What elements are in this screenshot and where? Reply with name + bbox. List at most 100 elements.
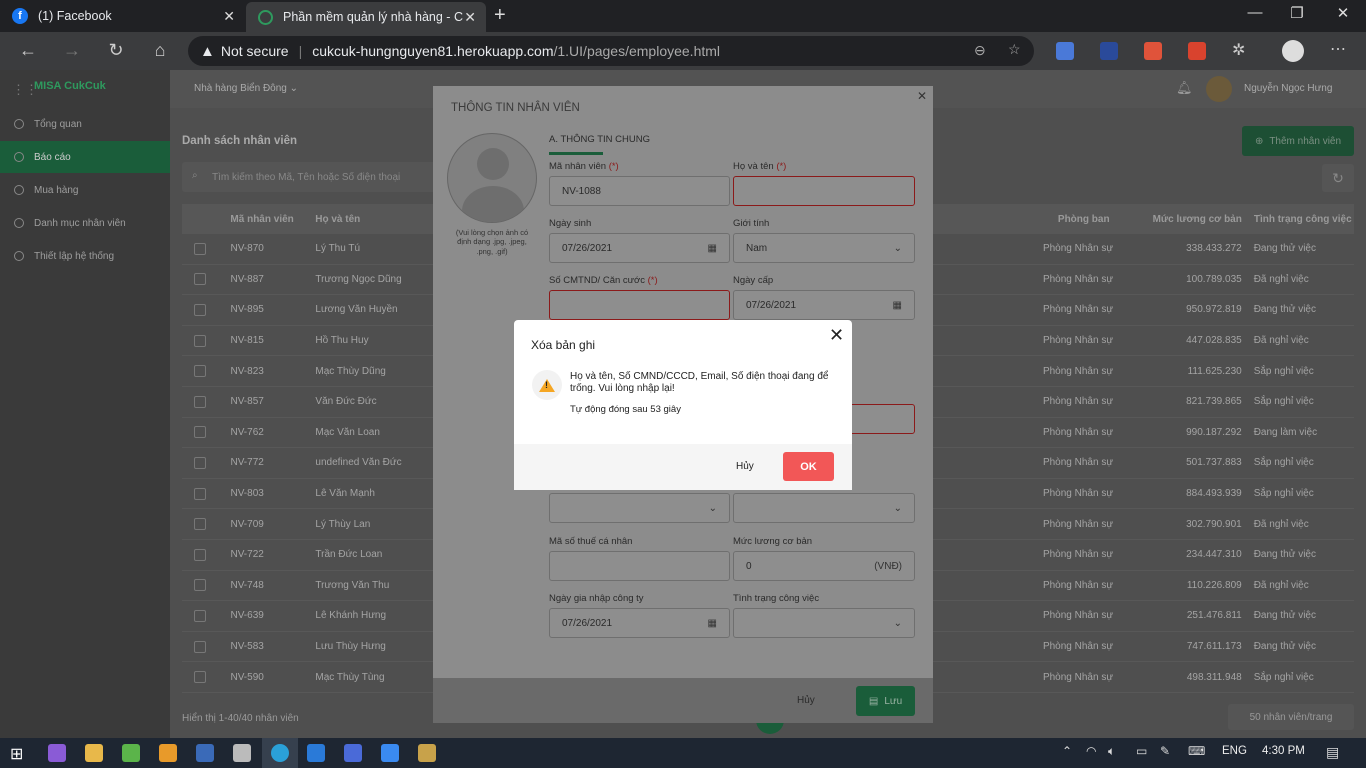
row-checkbox[interactable] bbox=[194, 242, 207, 255]
app-icon[interactable] bbox=[122, 744, 140, 762]
address-bar[interactable]: ▲ Not secure | cukcuk-hungnguyen81.herok… bbox=[188, 36, 1034, 66]
id-number-field[interactable] bbox=[549, 290, 730, 320]
refresh-button[interactable]: ↻ bbox=[1322, 164, 1354, 192]
new-tab-icon[interactable]: + bbox=[494, 4, 506, 27]
favorite-icon[interactable]: ☆ bbox=[1008, 41, 1021, 58]
tab-facebook[interactable]: f (1) Facebook ✕ bbox=[0, 0, 245, 32]
close-icon[interactable]: ✕ bbox=[223, 8, 235, 25]
network-icon[interactable]: ◠ bbox=[1086, 744, 1096, 758]
department-select[interactable]: ⌄ bbox=[733, 493, 915, 523]
calendar-icon[interactable]: ▦ bbox=[708, 618, 717, 629]
gender-select[interactable]: Nam ⌄ bbox=[733, 233, 915, 263]
form-cancel-button[interactable]: Hủy bbox=[797, 695, 815, 706]
restaurant-select[interactable]: Nhà hàng Biển Đông ⌄ bbox=[194, 83, 298, 94]
employee-code-field[interactable]: NV-1088 bbox=[549, 176, 730, 206]
sidebar-item-report[interactable]: Báo cáo bbox=[0, 141, 170, 173]
form-save-button[interactable]: ▤ Lưu bbox=[856, 686, 915, 716]
minimize-icon[interactable]: — bbox=[1240, 4, 1270, 21]
home-icon[interactable]: ⌂ bbox=[148, 40, 172, 61]
edge-browser-icon[interactable] bbox=[271, 744, 289, 762]
col-status[interactable]: Tình trạng công việc bbox=[1242, 214, 1354, 225]
join-date-field[interactable]: 07/26/2021 ▦ bbox=[549, 608, 730, 638]
back-icon[interactable]: ← bbox=[16, 40, 40, 61]
row-checkbox[interactable] bbox=[194, 609, 207, 622]
app-icon[interactable] bbox=[159, 744, 177, 762]
employee-photo-picker[interactable] bbox=[447, 133, 537, 223]
row-checkbox[interactable] bbox=[194, 395, 207, 408]
app-icon[interactable] bbox=[233, 744, 251, 762]
dob-field[interactable]: 07/26/2021 ▦ bbox=[549, 233, 730, 263]
clock[interactable]: 4:30 PM bbox=[1262, 745, 1305, 757]
notification-icon[interactable]: ▤ bbox=[1326, 744, 1339, 761]
more-icon[interactable]: ⋯ bbox=[1330, 39, 1346, 59]
row-checkbox[interactable] bbox=[194, 426, 207, 439]
calendar-icon[interactable]: ▦ bbox=[893, 300, 902, 311]
issue-date-field[interactable]: 07/26/2021 ▦ bbox=[733, 290, 915, 320]
row-checkbox[interactable] bbox=[194, 548, 207, 561]
work-status-select[interactable]: ⌄ bbox=[733, 608, 915, 638]
extension-icon[interactable] bbox=[1144, 42, 1162, 60]
window-close-icon[interactable]: ✕ bbox=[1328, 4, 1358, 22]
col-salary[interactable]: Mức lương cơ bản bbox=[1144, 214, 1242, 225]
row-checkbox[interactable] bbox=[194, 334, 207, 347]
zoom-icon[interactable]: ⊖ bbox=[974, 42, 986, 59]
row-checkbox[interactable] bbox=[194, 518, 207, 531]
reload-icon[interactable]: ↻ bbox=[104, 40, 128, 61]
row-checkbox[interactable] bbox=[194, 273, 207, 286]
close-icon[interactable]: ✕ bbox=[917, 89, 927, 103]
cell-status: Đã nghỉ việc bbox=[1253, 335, 1309, 347]
vscode-icon[interactable] bbox=[307, 744, 325, 762]
row-checkbox[interactable] bbox=[194, 456, 207, 469]
bell-icon[interactable]: 🔔︎ bbox=[1176, 80, 1193, 96]
file-explorer-icon[interactable] bbox=[85, 744, 103, 762]
windows-start-icon[interactable]: ⊞ bbox=[10, 744, 23, 764]
chevron-up-icon[interactable]: ⌃ bbox=[1062, 744, 1072, 758]
tab-app[interactable]: Phần mềm quản lý nhà hàng - C ✕ bbox=[246, 2, 486, 32]
position-select[interactable]: ⌄ bbox=[549, 493, 730, 523]
extension-icon[interactable] bbox=[1188, 42, 1206, 60]
app-icon[interactable] bbox=[196, 744, 214, 762]
row-checkbox-cell bbox=[182, 518, 218, 531]
col-code[interactable]: Mã nhân viên bbox=[218, 214, 303, 225]
extensions-puzzle-icon[interactable]: ✲ bbox=[1232, 40, 1245, 60]
row-checkbox[interactable] bbox=[194, 303, 207, 316]
volume-icon[interactable]: 🔈︎ bbox=[1108, 744, 1115, 759]
row-checkbox[interactable] bbox=[194, 579, 207, 592]
salary-field[interactable]: 0 (VNĐ) bbox=[733, 551, 915, 581]
row-checkbox[interactable] bbox=[194, 640, 207, 653]
alert-cancel-button[interactable]: Hủy bbox=[736, 461, 754, 472]
sidebar-item-purchase[interactable]: Mua hàng bbox=[0, 174, 170, 206]
keyboard-icon[interactable]: ⌨ bbox=[1188, 744, 1205, 758]
alert-ok-button[interactable]: OK bbox=[783, 452, 834, 481]
app-icon[interactable] bbox=[344, 744, 362, 762]
app-icon[interactable] bbox=[418, 744, 436, 762]
col-dept[interactable]: Phòng ban bbox=[1042, 214, 1144, 225]
row-checkbox[interactable] bbox=[194, 487, 207, 500]
visual-studio-icon[interactable] bbox=[48, 744, 66, 762]
forward-icon[interactable]: → bbox=[60, 40, 84, 61]
maximize-icon[interactable]: ❐ bbox=[1282, 4, 1312, 22]
avatar[interactable] bbox=[1206, 76, 1232, 102]
sidebar-item-employees[interactable]: Danh mục nhân viên bbox=[0, 207, 170, 239]
tax-code-field[interactable] bbox=[549, 551, 730, 581]
battery-icon[interactable]: ▭ bbox=[1136, 744, 1147, 758]
sidebar-item-settings[interactable]: Thiết lập hệ thống bbox=[0, 240, 170, 272]
row-checkbox[interactable] bbox=[194, 671, 207, 684]
pen-icon[interactable]: ✎ bbox=[1160, 744, 1170, 758]
sidebar-item-overview[interactable]: Tổng quan bbox=[0, 108, 170, 140]
translate-icon[interactable] bbox=[1056, 42, 1074, 60]
row-checkbox[interactable] bbox=[194, 365, 207, 378]
profile-avatar[interactable] bbox=[1282, 40, 1304, 62]
calendar-icon[interactable]: ▦ bbox=[708, 243, 717, 254]
row-checkbox-cell bbox=[182, 671, 218, 684]
full-name-field[interactable] bbox=[733, 176, 915, 206]
add-employee-button[interactable]: ⊕ Thêm nhân viên bbox=[1242, 126, 1354, 156]
search-input[interactable]: ⌕ Tìm kiếm theo Mã, Tên hoặc Số điện thoạ… bbox=[182, 162, 442, 192]
alert-message: Họ và tên, Số CMND/CCCD, Email, Số điện … bbox=[570, 371, 829, 394]
page-size-select[interactable]: 50 nhân viên/trang bbox=[1228, 704, 1354, 730]
close-icon[interactable]: ✕ bbox=[464, 9, 476, 26]
zoom-app-icon[interactable] bbox=[381, 744, 399, 762]
extension-icon[interactable] bbox=[1100, 42, 1118, 60]
close-icon[interactable]: ✕ bbox=[829, 325, 844, 346]
input-language[interactable]: ENG bbox=[1222, 745, 1247, 757]
